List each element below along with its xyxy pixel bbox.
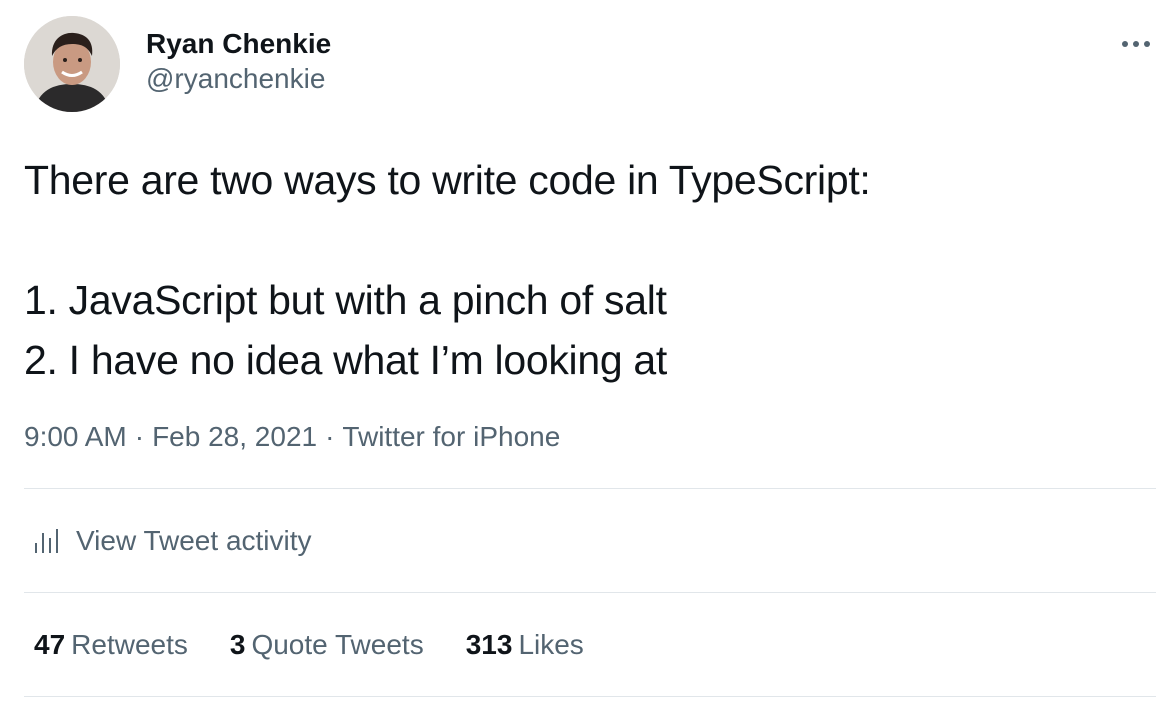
quote-tweets-count: 3 xyxy=(229,628,246,660)
meta-separator: · xyxy=(325,421,335,452)
tweet-meta: 9:00 AM · Feb 28, 2021 · Twitter for iPhone xyxy=(24,420,1156,454)
tweet-time-link[interactable]: 9:00 AM · Feb 28, 2021 xyxy=(24,421,317,452)
tweet-time: 9:00 AM xyxy=(24,421,127,452)
tweet-text-line: 2. I have no idea what I’m looking at xyxy=(24,337,668,383)
meta-separator: · xyxy=(134,421,145,452)
author-display-name[interactable]: Ryan Chenkie xyxy=(146,27,331,61)
more-button[interactable] xyxy=(1118,32,1154,56)
tweet-text-line: There are two ways to write code in Type… xyxy=(24,157,871,203)
tweet-text-line: 1. JavaScript but with a pinch of salt xyxy=(24,277,667,323)
retweets-stat[interactable]: 47 Retweets xyxy=(34,629,188,661)
author-handle[interactable]: @ryanchenkie xyxy=(146,61,331,97)
quote-tweets-stat[interactable]: 3 Quote Tweets xyxy=(230,629,424,661)
more-horizontal-icon xyxy=(1122,41,1150,47)
author-names: Ryan Chenkie @ryanchenkie xyxy=(146,27,331,97)
likes-label: Likes xyxy=(518,628,584,660)
quote-tweets-label: Quote Tweets xyxy=(251,628,424,660)
tweet-text: There are two ways to write code in Type… xyxy=(24,150,1156,390)
tweet-date: Feb 28, 2021 xyxy=(152,421,318,452)
likes-stat[interactable]: 313 Likes xyxy=(466,629,584,661)
retweets-label: Retweets xyxy=(71,628,188,660)
view-tweet-activity-label: View Tweet activity xyxy=(76,524,312,556)
avatar[interactable] xyxy=(24,16,120,112)
divider xyxy=(24,696,1156,697)
tweet-stats: 47 Retweets 3 Quote Tweets 313 Likes xyxy=(24,593,1156,696)
tweet: Ryan Chenkie @ryanchenkie There are two … xyxy=(24,16,1156,697)
likes-count: 313 xyxy=(465,628,513,660)
view-tweet-activity-link[interactable]: View Tweet activity xyxy=(24,489,1156,592)
bar-chart-icon xyxy=(35,528,58,553)
tweet-source-link[interactable]: Twitter for iPhone xyxy=(342,421,560,452)
avatar-image xyxy=(24,16,120,112)
tweet-header: Ryan Chenkie @ryanchenkie xyxy=(24,16,1156,112)
retweets-count: 47 xyxy=(34,628,66,660)
